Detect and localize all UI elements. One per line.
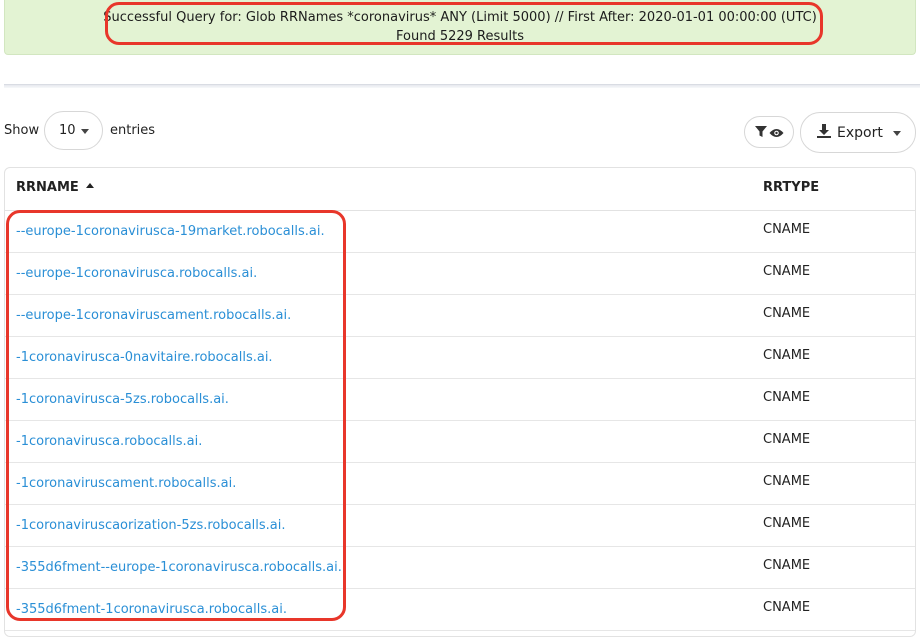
table-row: -1coronaviruscament.robocalls.ai. CNAME: [5, 463, 915, 505]
table-header: RRNAME RRTYPE: [5, 168, 915, 211]
sort-ascending-icon: [85, 183, 94, 188]
page-length-value: 10: [59, 123, 76, 138]
rrname-link[interactable]: -1coronavirusca.robocalls.ai.: [16, 434, 202, 449]
chevron-down-icon: [81, 129, 89, 134]
results-table: RRNAME RRTYPE --europe-1coronavirusca-19…: [4, 167, 916, 637]
rrname-link[interactable]: -1coronaviruscament.robocalls.ai.: [16, 476, 236, 491]
chevron-down-icon: [893, 131, 901, 136]
section-divider: [4, 84, 920, 88]
rrname-link[interactable]: -1coronavirusca-5zs.robocalls.ai.: [16, 392, 229, 407]
rrtype-cell: CNAME: [763, 558, 811, 573]
rrtype-cell: CNAME: [763, 222, 811, 237]
rrname-link[interactable]: --europe-1coronavirusca-19market.robocal…: [16, 224, 325, 239]
eye-icon: [769, 123, 784, 142]
rrname-link[interactable]: -355d6fment--europe-1coronavirusca.roboc…: [16, 560, 342, 575]
show-label: Show: [4, 123, 40, 138]
rrtype-cell: CNAME: [763, 516, 811, 531]
rrname-link[interactable]: -1coronaviruscaorization-5zs.robocalls.a…: [16, 518, 286, 533]
table-row: -355d6fment-1coronavirusca.robocalls.ai.…: [5, 589, 915, 631]
download-icon: [817, 123, 831, 142]
query-result-banner: Successful Query for: Glob RRNames *coro…: [4, 0, 916, 55]
rrtype-cell: CNAME: [763, 390, 811, 405]
rrname-link[interactable]: --europe-1coronaviruscament.robocalls.ai…: [16, 308, 291, 323]
table-row: -355d6fment--europe-1coronavirusca.roboc…: [5, 547, 915, 589]
rrname-link[interactable]: --europe-1coronavirusca.robocalls.ai.: [16, 266, 257, 281]
rrname-link[interactable]: -1coronavirusca-0navitaire.robocalls.ai.: [16, 350, 273, 365]
filter-icon: [754, 123, 767, 142]
column-header-rrname-label: RRNAME: [16, 180, 79, 195]
rrtype-cell: CNAME: [763, 474, 811, 489]
rrtype-cell: CNAME: [763, 432, 811, 447]
table-row: -1coronavirusca-5zs.robocalls.ai. CNAME: [5, 379, 915, 421]
column-header-rrname[interactable]: RRNAME: [16, 180, 94, 195]
table-row: --europe-1coronavirusca-19market.robocal…: [5, 211, 915, 253]
table-row: -1coronaviruscaorization-5zs.robocalls.a…: [5, 505, 915, 547]
rrtype-cell: CNAME: [763, 600, 811, 615]
export-button[interactable]: Export: [800, 112, 916, 153]
rrtype-cell: CNAME: [763, 348, 811, 363]
page-length-select[interactable]: 10: [44, 111, 103, 150]
table-row: -1coronavirusca-0navitaire.robocalls.ai.…: [5, 337, 915, 379]
column-visibility-button[interactable]: [744, 116, 794, 148]
banner-highlight-outline: [105, 2, 823, 45]
rrtype-cell: CNAME: [763, 264, 811, 279]
export-label: Export: [837, 124, 883, 141]
entries-label: entries: [110, 123, 156, 138]
rrtype-cell: CNAME: [763, 306, 811, 321]
table-row: --europe-1coronaviruscament.robocalls.ai…: [5, 295, 915, 337]
table-row: --europe-1coronavirusca.robocalls.ai. CN…: [5, 253, 915, 295]
rrname-link[interactable]: -355d6fment-1coronavirusca.robocalls.ai.: [16, 602, 287, 617]
table-row: -1coronavirusca.robocalls.ai. CNAME: [5, 421, 915, 463]
column-header-rrtype[interactable]: RRTYPE: [763, 180, 819, 195]
